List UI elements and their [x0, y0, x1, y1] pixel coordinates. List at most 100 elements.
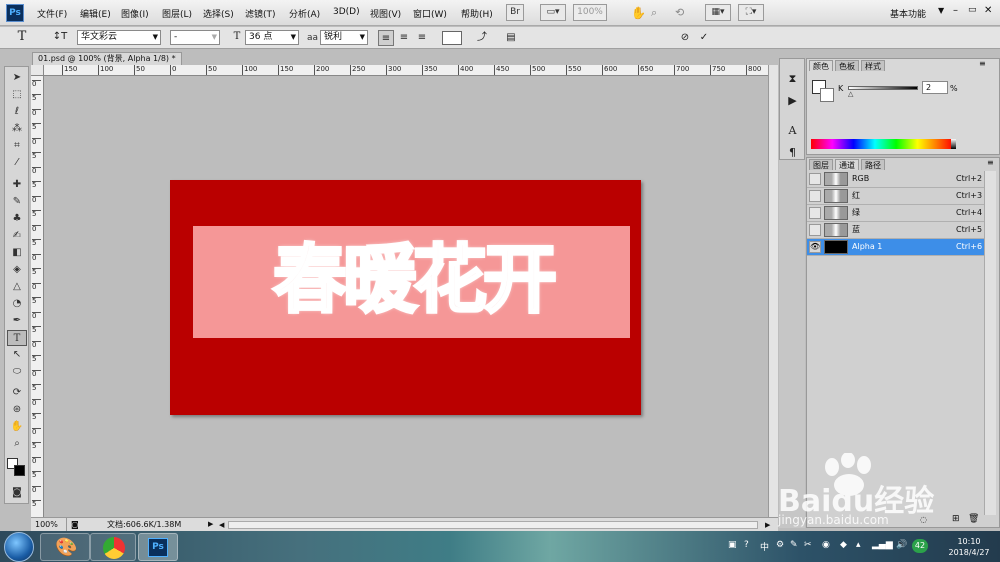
- channel-row-rgb[interactable]: RGB Ctrl+2: [807, 171, 984, 188]
- tab-swatches[interactable]: 色板: [835, 60, 859, 71]
- magic-wand-icon[interactable]: ⁂: [7, 121, 27, 137]
- paragraph-panel-icon[interactable]: ¶: [784, 145, 801, 160]
- security-icon[interactable]: ◆: [840, 540, 847, 550]
- tray-app-icon[interactable]: ▣: [728, 540, 737, 550]
- canvas-text-layer[interactable]: 春暖花开: [193, 222, 633, 338]
- 3d-rotate-icon[interactable]: ⟳: [7, 385, 27, 401]
- menu-window[interactable]: 窗口(W): [413, 7, 447, 20]
- commit-icon[interactable]: ✓: [696, 30, 712, 46]
- marquee-tool-icon[interactable]: ⬚: [7, 87, 27, 103]
- character-panel-icon[interactable]: A: [784, 123, 801, 138]
- bridge-button[interactable]: Br: [506, 4, 524, 21]
- menu-select[interactable]: 选择(S): [203, 7, 234, 20]
- menu-3d[interactable]: 3D(D): [333, 7, 360, 17]
- k-channel-value[interactable]: 2: [922, 81, 948, 94]
- crop-tool-icon[interactable]: ⌗: [7, 138, 27, 154]
- text-orientation-icon[interactable]: ↕T: [52, 29, 68, 45]
- menu-image[interactable]: 图像(I): [121, 7, 149, 20]
- screen-mode-icon[interactable]: ▭▾: [540, 4, 566, 21]
- bw-ramp[interactable]: [951, 139, 956, 149]
- channel-row-blue[interactable]: 蓝 Ctrl+5: [807, 222, 984, 239]
- history-panel-icon[interactable]: ⧗: [784, 71, 801, 86]
- notification-badge[interactable]: 42: [912, 539, 928, 553]
- eraser-icon[interactable]: ◧: [7, 245, 27, 261]
- menu-edit[interactable]: 编辑(E): [80, 7, 111, 20]
- eyedropper-icon[interactable]: ⁄: [7, 155, 27, 171]
- font-style-select[interactable]: - ▼: [170, 30, 220, 45]
- tab-color[interactable]: 颜色: [809, 60, 833, 71]
- font-size-select[interactable]: 36 点 ▼: [245, 30, 299, 45]
- zoom-tool-icon[interactable]: ⌕: [7, 436, 27, 452]
- cancel-icon[interactable]: ⊘: [677, 30, 693, 46]
- document-tab[interactable]: 01.psd @ 100% (背景, Alpha 1/8) *✕: [32, 52, 182, 65]
- tab-styles[interactable]: 样式: [861, 60, 885, 71]
- healing-brush-icon[interactable]: ✚: [7, 177, 27, 193]
- help-icon[interactable]: ?: [744, 540, 749, 550]
- text-tool-preset-icon[interactable]: T: [14, 29, 30, 45]
- zoom-level-field[interactable]: 100%: [573, 4, 607, 21]
- vertical-scrollbar[interactable]: [768, 65, 778, 517]
- status-options-icon[interactable]: ◙: [71, 518, 79, 531]
- start-button[interactable]: [4, 532, 34, 562]
- panel-menu-icon[interactable]: ≡: [979, 59, 986, 68]
- shield-icon[interactable]: ◉: [822, 540, 830, 550]
- panel-menu-icon[interactable]: ≡: [987, 158, 994, 167]
- status-menu-arrow-icon[interactable]: ▶: [208, 518, 213, 531]
- close-icon[interactable]: ✕: [984, 5, 992, 16]
- restore-icon[interactable]: ▭: [968, 5, 977, 15]
- taskbar-app-paint[interactable]: 🎨: [40, 533, 90, 561]
- menu-file[interactable]: 文件(F): [37, 7, 67, 20]
- visibility-toggle[interactable]: [809, 190, 821, 202]
- status-zoom[interactable]: 100%: [33, 518, 67, 531]
- align-center-icon[interactable]: ≡: [396, 30, 412, 46]
- hand-tool-icon[interactable]: ✋: [631, 6, 646, 20]
- k-channel-slider[interactable]: [848, 86, 918, 90]
- minimize-icon[interactable]: –: [953, 5, 958, 16]
- settings-icon[interactable]: ⚙: [776, 540, 784, 550]
- menu-filter[interactable]: 滤镜(T): [245, 7, 276, 20]
- paint-bucket-icon[interactable]: ◈: [7, 262, 27, 278]
- visibility-toggle[interactable]: [809, 173, 821, 185]
- menu-layer[interactable]: 图层(L): [162, 7, 192, 20]
- tab-channels[interactable]: 通道: [835, 159, 859, 170]
- tab-paths[interactable]: 路径: [861, 159, 885, 170]
- channel-row-red[interactable]: 红 Ctrl+3: [807, 188, 984, 205]
- tab-layers[interactable]: 图层: [809, 159, 833, 170]
- volume-icon[interactable]: 🔊: [896, 540, 907, 550]
- move-tool-icon[interactable]: ➤: [7, 70, 27, 86]
- channel-row-alpha[interactable]: 👁 Alpha 1 Ctrl+6: [807, 239, 984, 256]
- screen-mode-icon-2[interactable]: ⛶▾: [738, 4, 764, 21]
- background-color-swatch[interactable]: [14, 465, 25, 476]
- rotate-view-icon[interactable]: ⟲: [675, 6, 684, 19]
- menu-view[interactable]: 视图(V): [370, 7, 401, 20]
- dodge-tool-icon[interactable]: ◔: [7, 296, 27, 312]
- taskbar-app-chrome[interactable]: [90, 533, 136, 561]
- network-signal-icon[interactable]: ▂▄▆: [872, 540, 893, 550]
- tools-icon[interactable]: ✂: [804, 540, 812, 550]
- brush-tool-icon[interactable]: ✎: [7, 194, 27, 210]
- actions-panel-icon[interactable]: ▶: [784, 93, 801, 108]
- clone-stamp-icon[interactable]: ♣: [7, 211, 27, 227]
- menu-help[interactable]: 帮助(H): [461, 7, 493, 20]
- menu-analysis[interactable]: 分析(A): [289, 7, 320, 20]
- blur-tool-icon[interactable]: △: [7, 279, 27, 295]
- arrange-documents-icon[interactable]: ▦▾: [705, 4, 731, 21]
- character-panel-icon[interactable]: ▤: [503, 30, 519, 46]
- dropdown-arrow-icon[interactable]: ▼: [938, 6, 944, 15]
- lasso-tool-icon[interactable]: ℓ: [7, 104, 27, 120]
- ime-indicator[interactable]: 中: [760, 540, 769, 553]
- show-hidden-icons-icon[interactable]: ▴: [856, 540, 861, 550]
- path-selection-icon[interactable]: ↖: [7, 347, 27, 363]
- background-color-swatch[interactable]: [820, 88, 834, 102]
- warp-text-icon[interactable]: ⤴: [474, 30, 490, 46]
- slider-handle-icon[interactable]: △: [848, 90, 853, 98]
- pen-tool-icon[interactable]: ✒: [7, 313, 27, 329]
- align-right-icon[interactable]: ≡: [414, 30, 430, 46]
- antialias-select[interactable]: 锐利 ▼: [320, 30, 368, 45]
- workspace-switcher[interactable]: 基本功能: [890, 7, 926, 20]
- taskbar-clock[interactable]: 10:10 2018/4/27: [940, 536, 998, 558]
- history-brush-icon[interactable]: ✍: [7, 228, 27, 244]
- channel-row-green[interactable]: 绿 Ctrl+4: [807, 205, 984, 222]
- 3d-orbit-icon[interactable]: ⊛: [7, 402, 27, 418]
- type-tool-icon[interactable]: T: [7, 330, 27, 346]
